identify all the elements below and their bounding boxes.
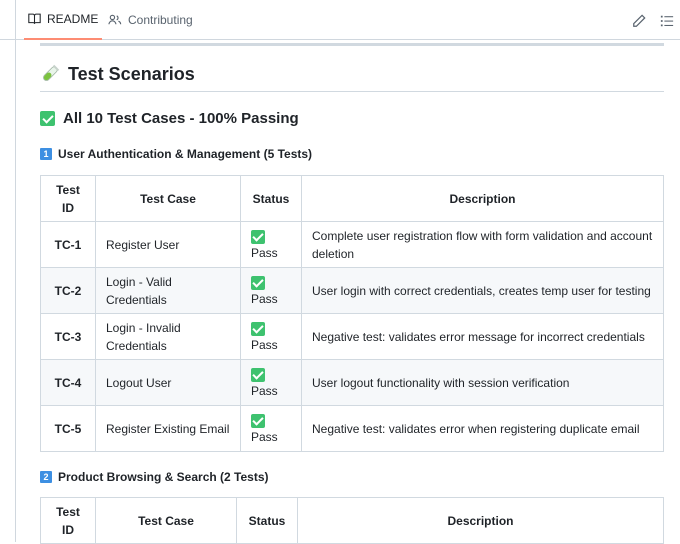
test-description: User logout functionality with session v… (301, 359, 664, 406)
test-id: TC-2 (40, 267, 96, 314)
column-header-status: Status (240, 175, 302, 222)
test-case: Login - Valid Credentials (95, 267, 241, 314)
status-cell: Pass (240, 267, 302, 314)
checkmark-icon (40, 111, 55, 126)
section-1-title: User Authentication & Management (5 Test… (58, 147, 313, 161)
status-cell: Pass (240, 221, 302, 268)
tab-readme-label: README (47, 12, 99, 26)
people-icon (108, 14, 122, 25)
checkmark-icon (251, 413, 265, 428)
test-description: Negative test: validates error message f… (301, 313, 664, 360)
file-header-bar: README Contributing (0, 0, 680, 40)
tab-contributing-label: Contributing (128, 13, 193, 27)
column-header-test-id: Test ID (40, 497, 96, 544)
column-header-status: Status (236, 497, 298, 544)
section-heading: Test Scenarios (40, 62, 664, 92)
status-text: Pass (251, 337, 278, 352)
column-header-test-id: Test ID (40, 175, 96, 222)
status-cell: Pass (240, 405, 302, 452)
test-description: Complete user registration flow with for… (301, 221, 664, 268)
page-title: Test Scenarios (68, 64, 195, 84)
status-text: Pass (251, 383, 278, 398)
column-header-test-case: Test Case (95, 175, 241, 222)
status-text: Pass (251, 245, 278, 260)
panel-border (15, 0, 16, 542)
number-1-icon: 1 (40, 148, 52, 160)
test-case: Register User (95, 221, 241, 268)
status-text: Pass (251, 429, 278, 444)
section-2-title: Product Browsing & Search (2 Tests) (58, 470, 269, 484)
table-row: TC-3 Login - Invalid Credentials Pass Ne… (40, 313, 664, 360)
checkmark-icon (251, 275, 265, 290)
test-case: Logout User (95, 359, 241, 406)
tab-readme[interactable]: README (24, 0, 103, 40)
checkmark-icon (251, 367, 265, 382)
summary-heading: All 10 Test Cases - 100% Passing (40, 110, 299, 127)
test-description: User login with correct credentials, cre… (301, 267, 664, 314)
section-1-heading: 1 User Authentication & Management (5 Te… (40, 147, 312, 161)
status-cell: Pass (240, 313, 302, 360)
test-case: Register Existing Email (95, 405, 241, 452)
status-text: Pass (251, 291, 278, 306)
table-row: TC-4 Logout User Pass User logout functi… (40, 359, 664, 406)
test-id: TC-1 (40, 221, 96, 268)
book-icon (28, 13, 41, 24)
checkmark-icon (251, 229, 265, 244)
test-id: TC-4 (40, 359, 96, 406)
status-cell: Pass (240, 359, 302, 406)
column-header-description: Description (301, 175, 664, 222)
checkmark-icon (251, 321, 265, 336)
section-2-heading: 2 Product Browsing & Search (2 Tests) (40, 470, 269, 484)
test-tube-icon (43, 64, 60, 81)
column-header-test-case: Test Case (95, 497, 237, 544)
auth-tests-table: Test ID Test Case Status Description TC-… (40, 175, 664, 452)
product-tests-table: Test ID Test Case Status Description (40, 497, 664, 544)
divider (40, 43, 664, 46)
table-row: TC-2 Login - Valid Credentials Pass User… (40, 267, 664, 314)
test-case: Login - Invalid Credentials (95, 313, 241, 360)
test-id: TC-5 (40, 405, 96, 452)
list-icon[interactable] (660, 14, 674, 28)
column-header-description: Description (297, 497, 664, 544)
tab-contributing[interactable]: Contributing (104, 0, 197, 40)
summary-text: All 10 Test Cases - 100% Passing (63, 110, 299, 127)
table-row: TC-5 Register Existing Email Pass Negati… (40, 405, 664, 452)
test-id: TC-3 (40, 313, 96, 360)
pencil-icon[interactable] (632, 14, 646, 28)
table-row: TC-1 Register User Pass Complete user re… (40, 221, 664, 268)
test-description: Negative test: validates error when regi… (301, 405, 664, 452)
number-2-icon: 2 (40, 471, 52, 483)
